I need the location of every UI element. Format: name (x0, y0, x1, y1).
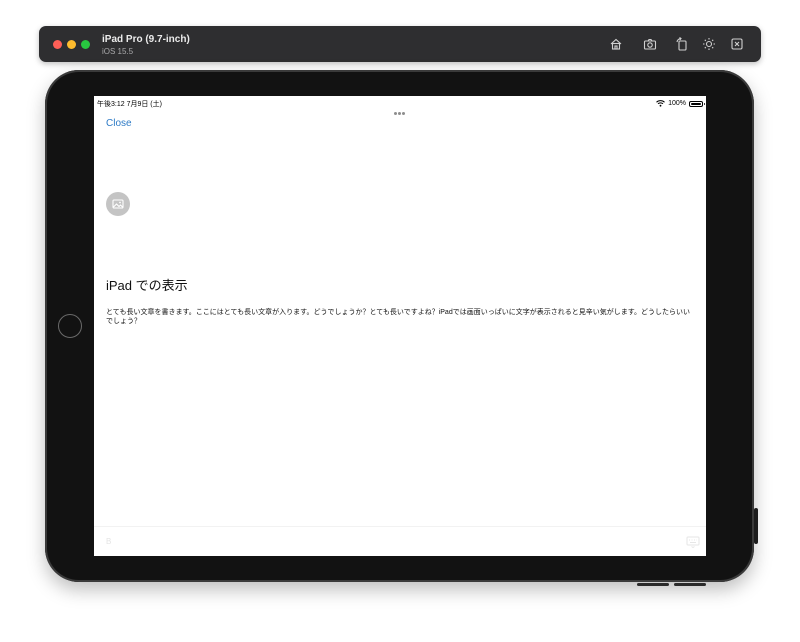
battery-percentage: 100% (668, 100, 686, 107)
close-window-button[interactable] (53, 40, 62, 49)
status-bar: 午後3:12 7月9日 (土) 100% (94, 96, 706, 115)
volume-up-button[interactable] (637, 583, 669, 586)
side-button[interactable] (754, 508, 758, 544)
battery-icon (689, 100, 705, 107)
appearance-icon[interactable] (702, 37, 716, 51)
status-indicators: 100% (656, 99, 705, 108)
rotate-icon[interactable] (675, 37, 689, 51)
close-button[interactable]: Close (106, 118, 132, 129)
volume-down-button[interactable] (674, 583, 706, 586)
close-window-icon[interactable] (730, 37, 744, 51)
wifi-icon (656, 100, 665, 107)
bottom-left-glyph: B (106, 537, 112, 546)
minimize-window-button[interactable] (67, 40, 76, 49)
ipad-screen: 午後3:12 7月9日 (土) 100% Close iPad での表示 とても… (94, 96, 706, 556)
device-name: iPad Pro (9.7-inch) (102, 34, 190, 45)
zoom-window-button[interactable] (81, 40, 90, 49)
screenshot-icon[interactable] (643, 37, 657, 51)
home-button[interactable] (58, 314, 82, 338)
simulator-title-bar: iPad Pro (9.7-inch) iOS 15.5 (39, 26, 761, 62)
home-icon[interactable] (609, 37, 623, 51)
status-time: 午後3:12 7月9日 (土) (97, 101, 162, 108)
keyboard-icon[interactable] (686, 536, 700, 548)
page-title: iPad での表示 (106, 278, 188, 293)
battery-level (691, 102, 701, 105)
body-text: とても長い文章を書きます。ここにはとても長い文章が入ります。どうでしょうか？とて… (106, 309, 691, 325)
bottom-toolbar: B (94, 526, 706, 556)
multitasking-dots-icon[interactable] (394, 102, 408, 115)
photo-placeholder-icon (106, 192, 130, 216)
os-version: iOS 15.5 (102, 47, 134, 56)
